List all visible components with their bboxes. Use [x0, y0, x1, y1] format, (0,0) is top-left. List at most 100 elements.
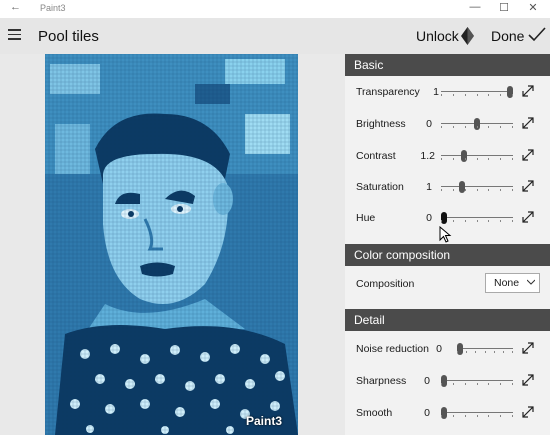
hue-slider[interactable] — [441, 212, 513, 224]
slider-tick — [500, 189, 501, 191]
minimize-icon[interactable]: — — [462, 1, 488, 13]
slider-tick — [465, 383, 466, 385]
expand-icon[interactable] — [521, 148, 535, 162]
composition-label: Composition — [356, 278, 415, 290]
slider-tick — [453, 94, 454, 96]
slider-thumb[interactable] — [457, 343, 463, 355]
filtered-photo — [45, 54, 298, 435]
slider-thumb[interactable] — [507, 86, 513, 98]
slider-tick — [512, 220, 513, 222]
expand-icon[interactable] — [521, 373, 535, 387]
slider-tick — [453, 220, 454, 222]
section-header-detail: Detail — [345, 309, 550, 331]
hue-value: 0 — [426, 212, 432, 224]
smooth-value: 0 — [424, 407, 430, 419]
slider-thumb[interactable] — [474, 118, 480, 130]
app-header: Pool tiles Unlock Done — [0, 18, 550, 54]
section-header-color-composition: Color composition — [345, 244, 550, 266]
noise-reduction-value: 0 — [436, 343, 442, 355]
expand-icon[interactable] — [521, 210, 535, 224]
slider-tick — [453, 383, 454, 385]
slider-tick — [488, 158, 489, 160]
slider-tick — [512, 126, 513, 128]
slider-tick — [488, 415, 489, 417]
slider-tick — [441, 94, 442, 96]
slider-thumb[interactable] — [461, 150, 467, 162]
slider-tick — [477, 94, 478, 96]
slider-tick — [453, 158, 454, 160]
saturation-slider[interactable] — [441, 181, 513, 193]
noise-reduction-slider[interactable] — [457, 343, 513, 355]
expand-icon[interactable] — [521, 84, 535, 98]
sharpness-value: 0 — [424, 375, 430, 387]
slider-tick — [488, 189, 489, 191]
close-icon[interactable]: ✕ — [520, 1, 546, 14]
slider-thumb[interactable] — [441, 212, 447, 224]
slider-tick — [488, 383, 489, 385]
adjustments-panel: Basic Transparency 1 Brightness 0 Contra… — [345, 54, 550, 435]
back-arrow-icon[interactable]: ← — [10, 1, 21, 13]
brightness-value: 0 — [426, 118, 432, 130]
slider-tick — [441, 158, 442, 160]
slider-tick — [441, 220, 442, 222]
slider-thumb[interactable] — [441, 375, 447, 387]
slider-tick — [512, 94, 513, 96]
smooth-slider[interactable] — [441, 407, 513, 419]
watermark-text: Paint3 — [246, 414, 283, 428]
slider-tick — [485, 351, 486, 353]
slider-tick — [441, 189, 442, 191]
transparency-value: 1 — [433, 86, 439, 98]
expand-icon[interactable] — [521, 405, 535, 419]
expand-icon[interactable] — [521, 341, 535, 355]
transparency-label: Transparency — [356, 86, 420, 98]
slider-tick — [465, 189, 466, 191]
slider-tick — [512, 158, 513, 160]
slider-tick — [500, 158, 501, 160]
slider-tick — [488, 126, 489, 128]
slider-tick — [512, 383, 513, 385]
transparency-slider[interactable] — [441, 86, 513, 98]
contrast-slider[interactable] — [441, 150, 513, 162]
slider-tick — [453, 126, 454, 128]
slider-tick — [500, 126, 501, 128]
slider-tick — [465, 158, 466, 160]
expand-icon[interactable] — [521, 116, 535, 130]
slider-tick — [500, 415, 501, 417]
chevron-down-icon — [527, 279, 535, 285]
page-title: Pool tiles — [38, 28, 99, 45]
contrast-label: Contrast — [356, 150, 396, 162]
sharpness-slider[interactable] — [441, 375, 513, 387]
gem-icon[interactable] — [461, 27, 474, 45]
slider-tick — [488, 94, 489, 96]
hue-label: Hue — [356, 212, 376, 224]
brightness-slider[interactable] — [441, 118, 513, 130]
checkmark-icon[interactable] — [528, 25, 546, 43]
saturation-value: 1 — [426, 181, 432, 193]
composition-dropdown[interactable]: None — [485, 273, 540, 293]
maximize-icon[interactable]: ☐ — [491, 1, 517, 14]
slider-tick — [465, 126, 466, 128]
slider-tick — [500, 383, 501, 385]
unlock-button[interactable]: Unlock — [416, 28, 459, 44]
brightness-label: Brightness — [356, 118, 406, 130]
hamburger-menu-icon[interactable] — [8, 29, 21, 41]
slider-tick — [465, 220, 466, 222]
smooth-label: Smooth — [356, 407, 393, 419]
window-title-bar: ← Paint3 — ☐ ✕ — [0, 0, 550, 18]
contrast-value: 1.2 — [420, 150, 435, 162]
done-button[interactable]: Done — [491, 28, 524, 44]
window-title: Paint3 — [40, 3, 66, 13]
expand-icon[interactable] — [521, 179, 535, 193]
slider-tick — [466, 351, 467, 353]
slider-tick — [503, 351, 504, 353]
slider-tick — [500, 220, 501, 222]
slider-tick — [465, 415, 466, 417]
composition-value: None — [494, 277, 520, 289]
mouse-cursor-icon — [439, 226, 452, 243]
slider-thumb[interactable] — [441, 407, 447, 419]
slider-tick — [488, 220, 489, 222]
slider-tick — [500, 94, 501, 96]
slider-tick — [512, 189, 513, 191]
slider-thumb[interactable] — [459, 181, 465, 193]
slider-tick — [465, 94, 466, 96]
